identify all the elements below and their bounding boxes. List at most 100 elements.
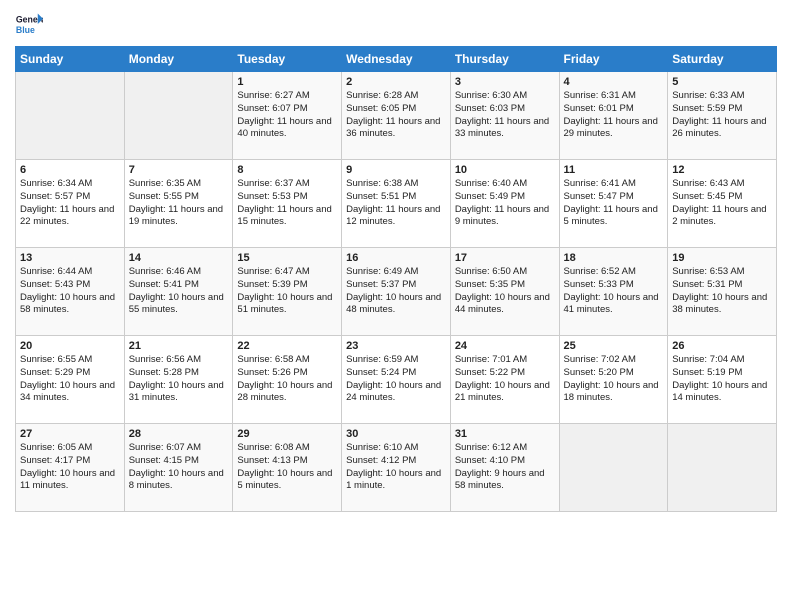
day-number: 29: [237, 428, 337, 440]
week-row-2: 6 Sunrise: 6:34 AM Sunset: 5:57 PM Daylig…: [16, 160, 777, 248]
day-cell: 30Sunrise: 6:10 AM Sunset: 4:12 PM Dayli…: [342, 424, 451, 512]
day-details: Sunrise: 6:52 AM Sunset: 5:33 PM Dayligh…: [564, 266, 664, 317]
week-row-4: 20Sunrise: 6:55 AM Sunset: 5:29 PM Dayli…: [16, 336, 777, 424]
day-cell: [559, 424, 668, 512]
svg-text:Blue: Blue: [16, 25, 35, 35]
day-details: Sunrise: 7:04 AM Sunset: 5:19 PM Dayligh…: [672, 354, 772, 405]
col-header-tuesday: Tuesday: [233, 47, 342, 72]
day-details: Sunrise: 6:12 AM Sunset: 4:10 PM Dayligh…: [455, 442, 555, 493]
day-number: 2: [346, 76, 446, 88]
day-cell: 15Sunrise: 6:47 AM Sunset: 5:39 PM Dayli…: [233, 248, 342, 336]
day-number: 5: [672, 76, 772, 88]
day-cell: 27 Sunrise: 6:05 AM Sunset: 4:17 PM Dayli…: [16, 424, 125, 512]
day-cell: 7 Sunrise: 6:35 AM Sunset: 5:55 PM Daylig…: [124, 160, 233, 248]
day-details: Sunrise: 6:44 AM Sunset: 5:43 PM Dayligh…: [20, 266, 120, 317]
week-row-1: 1Sunrise: 6:27 AM Sunset: 6:07 PM Daylig…: [16, 72, 777, 160]
day-number: 6: [20, 164, 120, 176]
week-row-5: 27 Sunrise: 6:05 AM Sunset: 4:17 PM Dayli…: [16, 424, 777, 512]
day-number: 27: [20, 428, 120, 440]
col-header-saturday: Saturday: [668, 47, 777, 72]
day-details: Sunrise: 6:53 AM Sunset: 5:31 PM Dayligh…: [672, 266, 772, 317]
day-cell: 20Sunrise: 6:55 AM Sunset: 5:29 PM Dayli…: [16, 336, 125, 424]
day-details: Sunrise: 6:28 AM Sunset: 6:05 PM Dayligh…: [346, 90, 446, 141]
day-cell: 10Sunrise: 6:40 AM Sunset: 5:49 PM Dayli…: [450, 160, 559, 248]
day-cell: 23Sunrise: 6:59 AM Sunset: 5:24 PM Dayli…: [342, 336, 451, 424]
day-number: 24: [455, 340, 555, 352]
col-header-monday: Monday: [124, 47, 233, 72]
day-number: 18: [564, 252, 664, 264]
day-number: 1: [237, 76, 337, 88]
day-cell: 6 Sunrise: 6:34 AM Sunset: 5:57 PM Daylig…: [16, 160, 125, 248]
day-cell: 16 Sunrise: 6:49 AM Sunset: 5:37 PM Dayli…: [342, 248, 451, 336]
day-details: Sunrise: 6:41 AM Sunset: 5:47 PM Dayligh…: [564, 178, 664, 229]
day-cell: 14 Sunrise: 6:46 AM Sunset: 5:41 PM Dayli…: [124, 248, 233, 336]
day-details: Sunrise: 6:46 AM Sunset: 5:41 PM Dayligh…: [129, 266, 229, 317]
day-cell: 31 Sunrise: 6:12 AM Sunset: 4:10 PM Dayli…: [450, 424, 559, 512]
day-details: Sunrise: 6:43 AM Sunset: 5:45 PM Dayligh…: [672, 178, 772, 229]
day-number: 20: [20, 340, 120, 352]
day-details: Sunrise: 6:10 AM Sunset: 4:12 PM Dayligh…: [346, 442, 446, 493]
day-cell: 18 Sunrise: 6:52 AM Sunset: 5:33 PM Dayli…: [559, 248, 668, 336]
day-number: 26: [672, 340, 772, 352]
day-number: 9: [346, 164, 446, 176]
day-cell: 28 Sunrise: 6:07 AM Sunset: 4:15 PM Dayli…: [124, 424, 233, 512]
day-details: Sunrise: 7:02 AM Sunset: 5:20 PM Dayligh…: [564, 354, 664, 405]
day-number: 31: [455, 428, 555, 440]
day-number: 15: [237, 252, 337, 264]
day-details: Sunrise: 6:56 AM Sunset: 5:28 PM Dayligh…: [129, 354, 229, 405]
day-cell: [668, 424, 777, 512]
day-number: 23: [346, 340, 446, 352]
day-number: 21: [129, 340, 229, 352]
calendar-container: General Blue SundayMondayTuesdayWednesda…: [0, 0, 792, 527]
day-details: Sunrise: 6:37 AM Sunset: 5:53 PM Dayligh…: [237, 178, 337, 229]
day-cell: 17Sunrise: 6:50 AM Sunset: 5:35 PM Dayli…: [450, 248, 559, 336]
day-details: Sunrise: 7:01 AM Sunset: 5:22 PM Dayligh…: [455, 354, 555, 405]
day-details: Sunrise: 6:33 AM Sunset: 5:59 PM Dayligh…: [672, 90, 772, 141]
day-details: Sunrise: 6:31 AM Sunset: 6:01 PM Dayligh…: [564, 90, 664, 141]
day-details: Sunrise: 6:08 AM Sunset: 4:13 PM Dayligh…: [237, 442, 337, 493]
day-details: Sunrise: 6:35 AM Sunset: 5:55 PM Dayligh…: [129, 178, 229, 229]
week-row-3: 13 Sunrise: 6:44 AM Sunset: 5:43 PM Dayli…: [16, 248, 777, 336]
day-details: Sunrise: 6:05 AM Sunset: 4:17 PM Dayligh…: [20, 442, 120, 493]
day-number: 8: [237, 164, 337, 176]
day-cell: 11 Sunrise: 6:41 AM Sunset: 5:47 PM Dayli…: [559, 160, 668, 248]
day-number: 7: [129, 164, 229, 176]
day-number: 28: [129, 428, 229, 440]
day-number: 3: [455, 76, 555, 88]
col-header-thursday: Thursday: [450, 47, 559, 72]
header: General Blue: [15, 10, 777, 38]
day-details: Sunrise: 6:34 AM Sunset: 5:57 PM Dayligh…: [20, 178, 120, 229]
header-row: SundayMondayTuesdayWednesdayThursdayFrid…: [16, 47, 777, 72]
day-number: 17: [455, 252, 555, 264]
col-header-sunday: Sunday: [16, 47, 125, 72]
logo-icon: General Blue: [15, 10, 43, 38]
day-details: Sunrise: 6:49 AM Sunset: 5:37 PM Dayligh…: [346, 266, 446, 317]
col-header-wednesday: Wednesday: [342, 47, 451, 72]
day-number: 16: [346, 252, 446, 264]
day-cell: 21 Sunrise: 6:56 AM Sunset: 5:28 PM Dayli…: [124, 336, 233, 424]
day-number: 14: [129, 252, 229, 264]
day-number: 13: [20, 252, 120, 264]
col-header-friday: Friday: [559, 47, 668, 72]
day-details: Sunrise: 6:30 AM Sunset: 6:03 PM Dayligh…: [455, 90, 555, 141]
day-number: 4: [564, 76, 664, 88]
day-cell: [16, 72, 125, 160]
day-details: Sunrise: 6:38 AM Sunset: 5:51 PM Dayligh…: [346, 178, 446, 229]
day-details: Sunrise: 6:58 AM Sunset: 5:26 PM Dayligh…: [237, 354, 337, 405]
day-cell: 19 Sunrise: 6:53 AM Sunset: 5:31 PM Dayli…: [668, 248, 777, 336]
day-cell: 24 Sunrise: 7:01 AM Sunset: 5:22 PM Dayli…: [450, 336, 559, 424]
day-details: Sunrise: 6:40 AM Sunset: 5:49 PM Dayligh…: [455, 178, 555, 229]
day-cell: 1Sunrise: 6:27 AM Sunset: 6:07 PM Daylig…: [233, 72, 342, 160]
day-cell: 8 Sunrise: 6:37 AM Sunset: 5:53 PM Daylig…: [233, 160, 342, 248]
day-number: 25: [564, 340, 664, 352]
day-cell: 2 Sunrise: 6:28 AM Sunset: 6:05 PM Daylig…: [342, 72, 451, 160]
day-number: 12: [672, 164, 772, 176]
day-number: 19: [672, 252, 772, 264]
day-details: Sunrise: 6:07 AM Sunset: 4:15 PM Dayligh…: [129, 442, 229, 493]
logo: General Blue: [15, 10, 47, 38]
day-cell: 4 Sunrise: 6:31 AM Sunset: 6:01 PM Daylig…: [559, 72, 668, 160]
day-number: 11: [564, 164, 664, 176]
day-cell: 12 Sunrise: 6:43 AM Sunset: 5:45 PM Dayli…: [668, 160, 777, 248]
day-cell: 22 Sunrise: 6:58 AM Sunset: 5:26 PM Dayli…: [233, 336, 342, 424]
day-number: 22: [237, 340, 337, 352]
